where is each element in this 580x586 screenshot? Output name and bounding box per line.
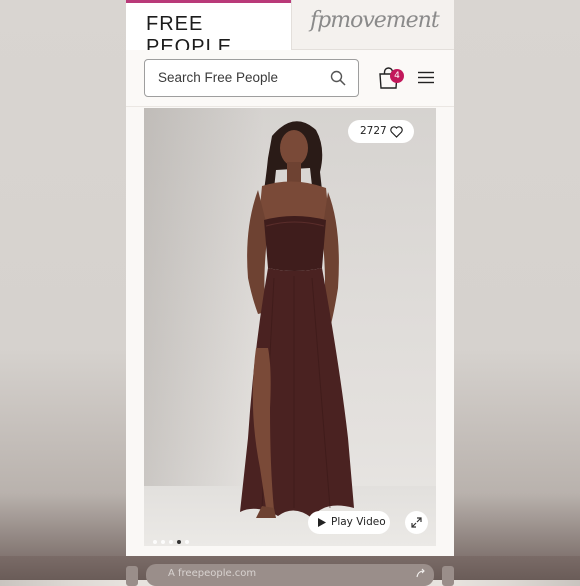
carousel-dot[interactable] <box>185 539 189 544</box>
carousel-dot[interactable] <box>169 539 173 544</box>
search-placeholder: Search Free People <box>158 70 279 85</box>
url-text: A freepeople.com <box>168 568 257 579</box>
brand-tabs: FREE PEOPLE fpmovement <box>126 0 454 58</box>
play-video-label: Play Video <box>331 516 386 528</box>
like-count: 2727 <box>360 125 387 137</box>
heart-icon <box>390 126 403 138</box>
browser-back-button[interactable] <box>126 566 138 586</box>
carousel-dot[interactable] <box>161 539 165 544</box>
carousel-dots <box>153 531 193 544</box>
expand-button[interactable] <box>405 511 428 534</box>
play-icon <box>318 518 326 527</box>
play-video-button[interactable]: Play Video <box>308 511 390 534</box>
blurred-background-left <box>0 0 126 580</box>
carousel-dot[interactable] <box>153 539 157 544</box>
model-in-dress-photo <box>240 121 354 518</box>
blurred-background-right <box>454 0 580 580</box>
search-toolbar: Search Free People 4 <box>126 50 454 107</box>
product-image[interactable]: 2727 Play Video <box>144 108 436 546</box>
carousel-dot-active[interactable] <box>177 539 181 544</box>
browser-url-bar[interactable]: A freepeople.com <box>146 564 434 586</box>
tab-fp-movement[interactable]: fpmovement <box>291 0 454 50</box>
tab-free-people[interactable]: FREE PEOPLE <box>126 0 291 58</box>
browser-tabs-button[interactable] <box>442 566 454 586</box>
share-icon[interactable] <box>416 568 426 578</box>
expand-icon <box>411 517 422 528</box>
fp-movement-logo: fpmovement <box>310 8 440 33</box>
mobile-screen: FREE PEOPLE fpmovement Search Free Peopl… <box>126 0 454 580</box>
search-icon[interactable] <box>330 70 346 86</box>
favorite-button[interactable]: 2727 <box>348 120 414 143</box>
cart-count-badge: 4 <box>390 69 404 83</box>
search-input[interactable]: Search Free People <box>144 59 359 97</box>
hamburger-menu-icon[interactable] <box>418 71 434 84</box>
